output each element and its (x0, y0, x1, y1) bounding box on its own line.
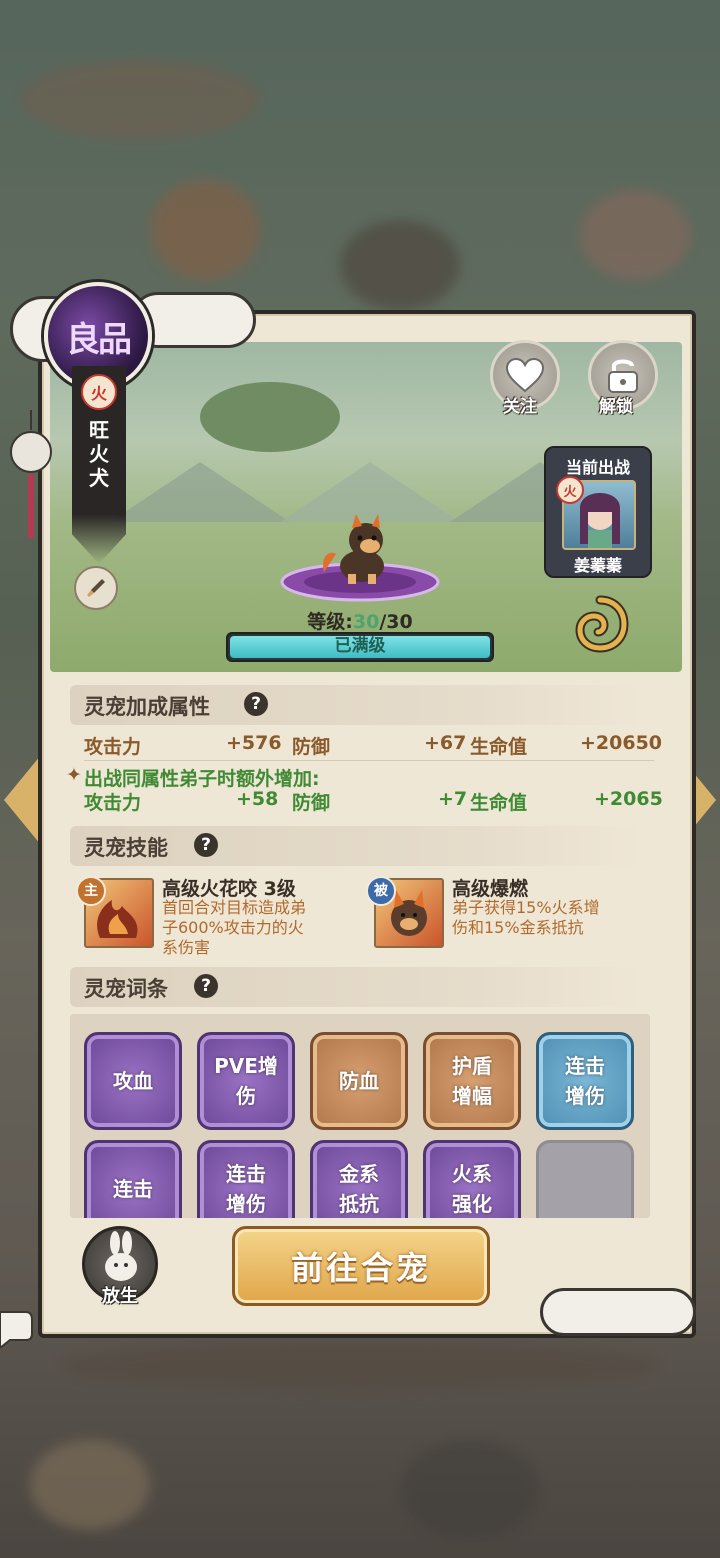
scenery (110, 462, 290, 522)
level-max: 30 (386, 611, 413, 633)
trait-label: 防血 (339, 1069, 379, 1093)
passive-skill-name: 高级爆燃 (452, 878, 529, 900)
stat-value: +576 (226, 732, 282, 754)
skill-desc-line: 首回合对目标造成弟 (162, 898, 307, 917)
trait-label: 连击 (565, 1054, 605, 1078)
extra-title: 出战同属性弟子时额外增加: (84, 768, 320, 790)
trait-label: 增伤 (226, 1192, 266, 1216)
section-title: 灵宠词条 (84, 977, 168, 1001)
level-display: 等级:30/30 (0, 607, 720, 634)
active-skill-name: 高级火花咬 3级 (162, 878, 296, 900)
passive-skill-tag: 被 (366, 876, 396, 906)
help-icon[interactable]: ? (194, 833, 218, 857)
level-status: 已满级 (334, 636, 386, 656)
charm-icon (10, 410, 52, 538)
release-label: 放生 (102, 1286, 138, 1307)
stat-label: 生命值 (470, 736, 528, 758)
element-badge: 火 (556, 476, 584, 504)
go-merge-button[interactable]: 前往合宠 (232, 1226, 490, 1306)
stat-label: 生命值 (470, 792, 528, 814)
element-badge: 火 (81, 374, 117, 410)
level-label: 等级: (307, 611, 353, 633)
section-title: 灵宠加成属性 (84, 695, 210, 719)
trait-item[interactable]: 连击 增伤 (197, 1140, 295, 1218)
passive-skill-desc: 弟子获得15%火系增 伤和15%金系抵抗 (452, 898, 600, 938)
section-title: 灵宠技能 (84, 836, 168, 860)
skill-desc-line: 子600%攻击力的火 (162, 918, 304, 937)
trait-label: 金系 (339, 1162, 379, 1186)
scenery (200, 382, 340, 452)
active-skill-desc: 首回合对目标造成弟 子600%攻击力的火 系伤害 (162, 898, 306, 958)
trait-label: 连击 (113, 1177, 153, 1201)
traits-section-header: 灵宠词条 ? (70, 967, 646, 1007)
level-current: 30 (352, 611, 380, 633)
trait-item[interactable]: 连击 增伤 (536, 1032, 634, 1130)
skill-desc-line: 系伤害 (162, 938, 211, 957)
trait-item[interactable]: 连击 (84, 1140, 182, 1218)
divider (84, 760, 654, 761)
diamond-icon: ✦ (66, 764, 82, 786)
deployed-disciple-card[interactable]: 当前出战 火 姜蓁蓁 (544, 446, 652, 578)
trait-label: 伤 (236, 1084, 256, 1108)
trait-label: 抵抗 (339, 1192, 379, 1216)
trait-label: 连击 (226, 1162, 266, 1186)
trait-label: 护盾 (452, 1054, 492, 1078)
traits-grid: 攻血 PVE增伤 防血 护盾 增幅 连击 增伤 连击 连击 增伤 金系 抵抗 火系 强化 (70, 1014, 650, 1218)
trait-item[interactable]: 金系 抵抗 (310, 1140, 408, 1218)
pet-name-banner: 火 旺火犬 (72, 366, 126, 564)
stat-label: 防御 (292, 792, 331, 814)
unlock-label: 解锁 (599, 397, 633, 417)
disciple-portrait: 火 (556, 476, 636, 550)
help-icon[interactable]: ? (244, 692, 268, 716)
trait-item[interactable]: PVE增伤 (197, 1032, 295, 1130)
trait-empty-slot (536, 1140, 634, 1218)
skill-desc-line: 弟子获得15%火系增 (452, 898, 600, 917)
chat-bubble-icon[interactable] (0, 1308, 34, 1348)
deployed-title: 当前出战 (565, 458, 630, 477)
deployed-name: 姜蓁蓁 (573, 556, 622, 575)
trait-label: 增伤 (565, 1084, 605, 1108)
bonus-section-header: 灵宠加成属性 ? (70, 685, 646, 725)
stat-value: +20650 (580, 732, 663, 754)
active-skill-tag: 主 (76, 876, 106, 906)
heart-icon (505, 357, 545, 393)
help-icon[interactable]: ? (194, 974, 218, 998)
stat-value: +7 (438, 788, 468, 810)
lock-icon (608, 359, 638, 393)
skill-desc-line: 伤和15%金系抵抗 (452, 918, 584, 937)
stat-label: 防御 (292, 736, 331, 758)
trait-label: 强化 (452, 1192, 492, 1216)
skills-section-header: 灵宠技能 ? (70, 826, 646, 866)
stat-value: +58 (236, 788, 279, 810)
trait-item[interactable]: 火系 强化 (423, 1140, 521, 1218)
trait-label: 火系 (452, 1162, 492, 1186)
pet-name: 旺火犬 (89, 418, 109, 490)
pet-sprite (280, 514, 440, 602)
trait-item[interactable]: 防血 (310, 1032, 408, 1130)
trait-item[interactable]: 攻血 (84, 1032, 182, 1130)
follow-label: 关注 (503, 397, 537, 417)
trait-label: 增幅 (452, 1084, 492, 1108)
cloud-decor (540, 1288, 696, 1336)
stat-label: 攻击力 (84, 736, 142, 758)
trait-label: 攻血 (113, 1069, 153, 1093)
trait-label: PVE增 (214, 1054, 278, 1078)
brush-icon (87, 579, 105, 597)
rename-button[interactable] (74, 566, 118, 610)
stat-label: 攻击力 (84, 792, 142, 814)
trait-item[interactable]: 护盾 增幅 (423, 1032, 521, 1130)
stat-value: +67 (424, 732, 467, 754)
level-progress-bar: 已满级 (226, 632, 494, 662)
stat-value: +2065 (594, 788, 663, 810)
